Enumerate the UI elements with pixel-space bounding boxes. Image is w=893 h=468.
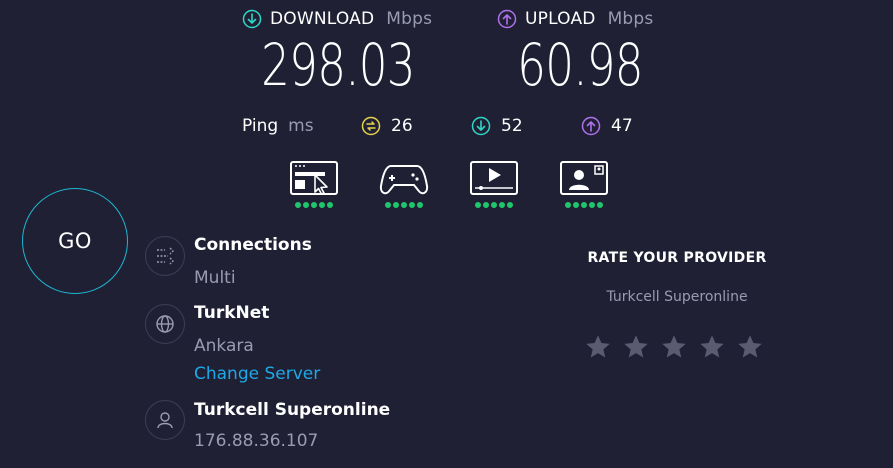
rating-dot	[417, 202, 423, 208]
rating-stars	[584, 333, 764, 361]
globe-icon	[156, 315, 174, 333]
ping-idle: 26	[361, 116, 413, 136]
rating-dot	[499, 202, 505, 208]
user-icon	[157, 412, 173, 429]
gaming-icon	[379, 165, 429, 195]
upload-latency-icon	[581, 116, 601, 136]
download-unit: Mbps	[386, 9, 433, 29]
go-button[interactable]: GO	[22, 188, 128, 294]
star-icon[interactable]	[698, 333, 726, 361]
rating-dot	[507, 202, 513, 208]
connections-icon	[157, 247, 174, 265]
upload-unit: Mbps	[607, 9, 654, 29]
upload-label: UPLOAD	[525, 9, 596, 29]
download-icon	[242, 9, 262, 29]
server-name: TurkNet	[194, 303, 270, 323]
rating-dot	[295, 202, 301, 208]
change-server-link[interactable]: Change Server	[194, 364, 320, 384]
provider-ip: 176.88.36.107	[194, 431, 319, 451]
video-chat-icon	[560, 161, 608, 195]
server-location: Ankara	[194, 336, 254, 356]
activity-video-chat	[559, 160, 609, 208]
activity-web-browsing	[289, 160, 339, 208]
rating-dot	[483, 202, 489, 208]
upload-icon	[497, 9, 517, 29]
video-streaming-icon	[470, 161, 518, 195]
ping-upload: 47	[581, 116, 633, 136]
connections-icon-wrap	[145, 236, 185, 276]
rating-dot	[385, 202, 391, 208]
rating-dot	[597, 202, 603, 208]
rating-dot	[319, 202, 325, 208]
ping-idle-value: 26	[391, 116, 413, 136]
ping-row: Ping ms	[242, 116, 314, 136]
rating-dot	[409, 202, 415, 208]
download-value: 298.03	[261, 31, 415, 99]
rating-dot	[565, 202, 571, 208]
star-icon[interactable]	[736, 333, 764, 361]
rate-provider-name: Turkcell Superonline	[606, 289, 748, 305]
gaming-rating	[379, 202, 429, 208]
ping-download: 52	[471, 116, 523, 136]
rating-dot	[327, 202, 333, 208]
rating-dot	[303, 202, 309, 208]
rating-dot	[393, 202, 399, 208]
rating-dot	[401, 202, 407, 208]
web-browsing-rating	[289, 202, 339, 208]
activity-video-streaming	[469, 160, 519, 208]
star-icon[interactable]	[660, 333, 688, 361]
web-browsing-icon	[290, 161, 338, 195]
rating-dot	[475, 202, 481, 208]
ping-download-value: 52	[501, 116, 523, 136]
upload-header: UPLOAD Mbps	[497, 9, 653, 29]
rating-dot	[491, 202, 497, 208]
server-icon-wrap	[145, 304, 185, 344]
star-icon[interactable]	[584, 333, 612, 361]
idle-latency-icon	[361, 116, 381, 136]
download-header: DOWNLOAD Mbps	[242, 9, 432, 29]
video-chat-rating	[559, 202, 609, 208]
ping-label: Ping	[242, 116, 279, 136]
star-icon[interactable]	[622, 333, 650, 361]
rating-dot	[589, 202, 595, 208]
provider-icon-wrap	[145, 400, 185, 440]
video-streaming-rating	[469, 202, 519, 208]
upload-value: 60.98	[517, 31, 643, 99]
ping-unit: ms	[288, 116, 314, 136]
provider-name: Turkcell Superonline	[194, 400, 391, 420]
connections-title: Connections	[194, 235, 312, 255]
rating-dot	[573, 202, 579, 208]
rate-provider-title: RATE YOUR PROVIDER	[587, 250, 767, 266]
rating-dot	[311, 202, 317, 208]
rating-dot	[581, 202, 587, 208]
download-label: DOWNLOAD	[270, 9, 375, 29]
download-latency-icon	[471, 116, 491, 136]
connections-value[interactable]: Multi	[194, 268, 236, 288]
ping-upload-value: 47	[611, 116, 633, 136]
activity-gaming	[379, 160, 429, 208]
